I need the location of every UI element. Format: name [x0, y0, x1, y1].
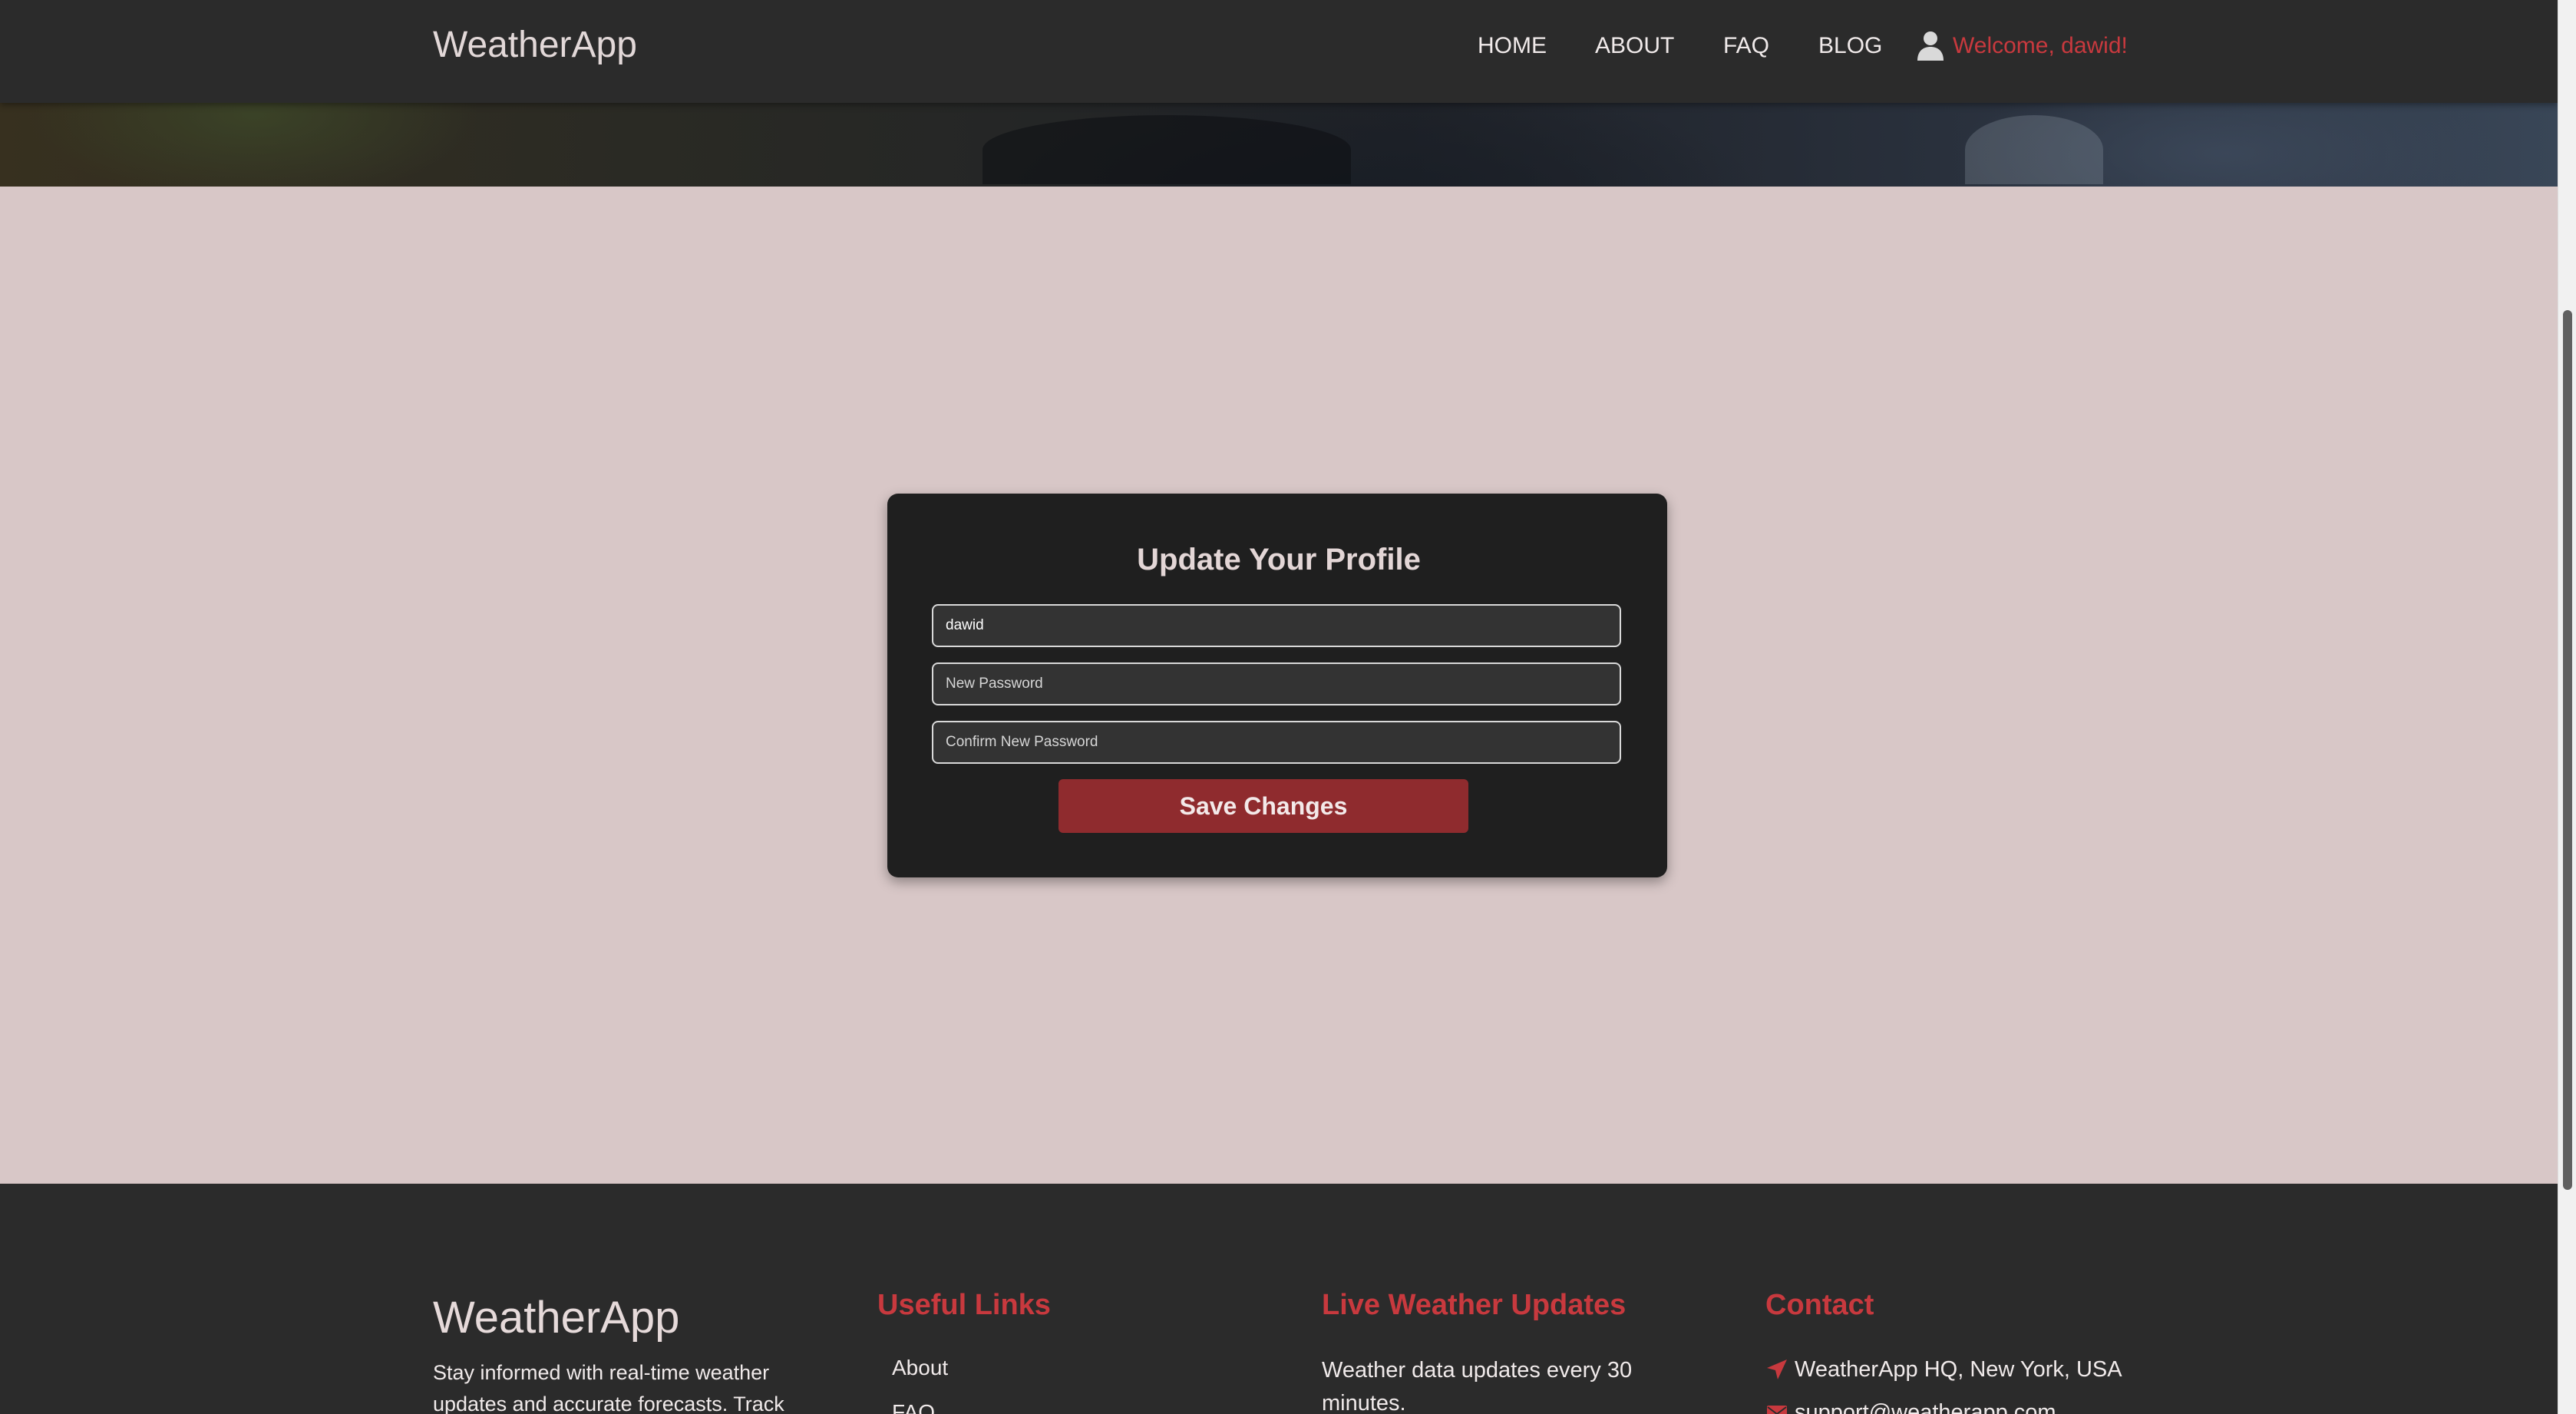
page: WeatherApp HOME ABOUT FAQ BLOG Welcome, … [0, 0, 2558, 1414]
brand-logo[interactable]: WeatherApp [433, 21, 637, 69]
welcome-text: Welcome, dawid! [1953, 33, 2128, 58]
envelope-icon [1767, 1406, 1787, 1414]
footer: WeatherApp Stay informed with real-time … [0, 1184, 2558, 1414]
user-menu[interactable]: Welcome, dawid! [1916, 28, 2128, 64]
confirm-password-field[interactable] [932, 721, 1621, 764]
nav-faq[interactable]: FAQ [1723, 31, 1769, 61]
scrollbar-thumb[interactable] [2563, 310, 2572, 1190]
footer-link-about[interactable]: About [892, 1353, 948, 1383]
navbar: WeatherApp HOME ABOUT FAQ BLOG Welcome, … [0, 0, 2558, 103]
user-icon [1917, 31, 1944, 61]
footer-about-text: Stay informed with real-time weather upd… [433, 1361, 784, 1414]
contact-email[interactable]: support@weatherapp.com [1795, 1397, 2056, 1414]
scrollbar[interactable] [2558, 0, 2576, 1414]
contact-address: WeatherApp HQ, New York, USA [1795, 1357, 2122, 1382]
hero-shadow-shape [983, 115, 1351, 184]
footer-brand: WeatherApp [433, 1293, 680, 1343]
contact-email-row: support@weatherapp.com [1765, 1397, 2056, 1414]
new-password-field[interactable] [932, 662, 1621, 705]
save-changes-button[interactable]: Save Changes [1058, 779, 1468, 833]
nav-about[interactable]: ABOUT [1595, 31, 1674, 61]
footer-link-faq[interactable]: FAQ [892, 1397, 935, 1414]
hero-highlight-shape [1965, 115, 2103, 184]
live-updates-text: Weather data updates every 30 minutes. [1322, 1358, 1633, 1414]
username-field[interactable] [932, 604, 1621, 647]
live-updates-heading: Live Weather Updates [1322, 1289, 1627, 1321]
location-arrow-icon [1767, 1359, 1787, 1379]
nav-home[interactable]: HOME [1478, 31, 1547, 61]
useful-links-heading: Useful Links [877, 1289, 1051, 1321]
nav-blog[interactable]: BLOG [1818, 31, 1882, 61]
profile-form-title: Update Your Profile [1137, 543, 1421, 577]
contact-address-row: WeatherApp HQ, New York, USA [1765, 1354, 2122, 1385]
contact-heading: Contact [1765, 1289, 1874, 1321]
